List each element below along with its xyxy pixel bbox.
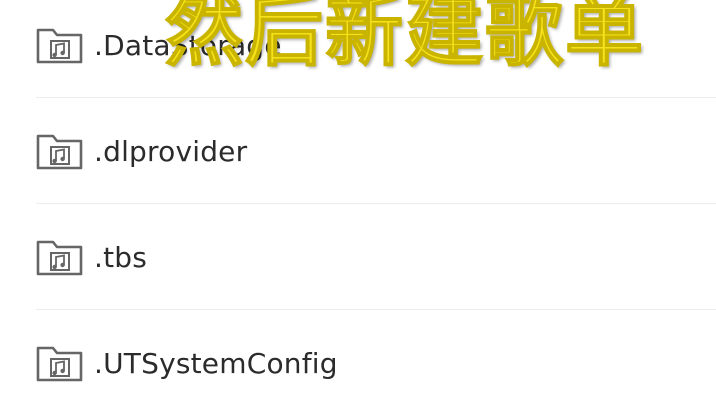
file-list-item[interactable]: .dlprovider: [0, 98, 716, 204]
music-folder-icon: [35, 25, 85, 65]
music-folder-icon: [35, 131, 85, 171]
file-browser-screen: .DataStorage .dlprovider .tbs .UTSystemC…: [0, 0, 716, 402]
file-list-item[interactable]: .tbs: [0, 204, 716, 310]
video-caption-overlay: 然后新建歌单: [164, 0, 645, 78]
file-name: .dlprovider: [94, 134, 248, 168]
file-name: .UTSystemConfig: [94, 346, 338, 380]
file-name: .tbs: [94, 240, 148, 274]
music-folder-icon: [35, 343, 85, 383]
file-list-item[interactable]: .UTSystemConfig: [0, 310, 716, 402]
music-folder-icon: [35, 237, 85, 277]
